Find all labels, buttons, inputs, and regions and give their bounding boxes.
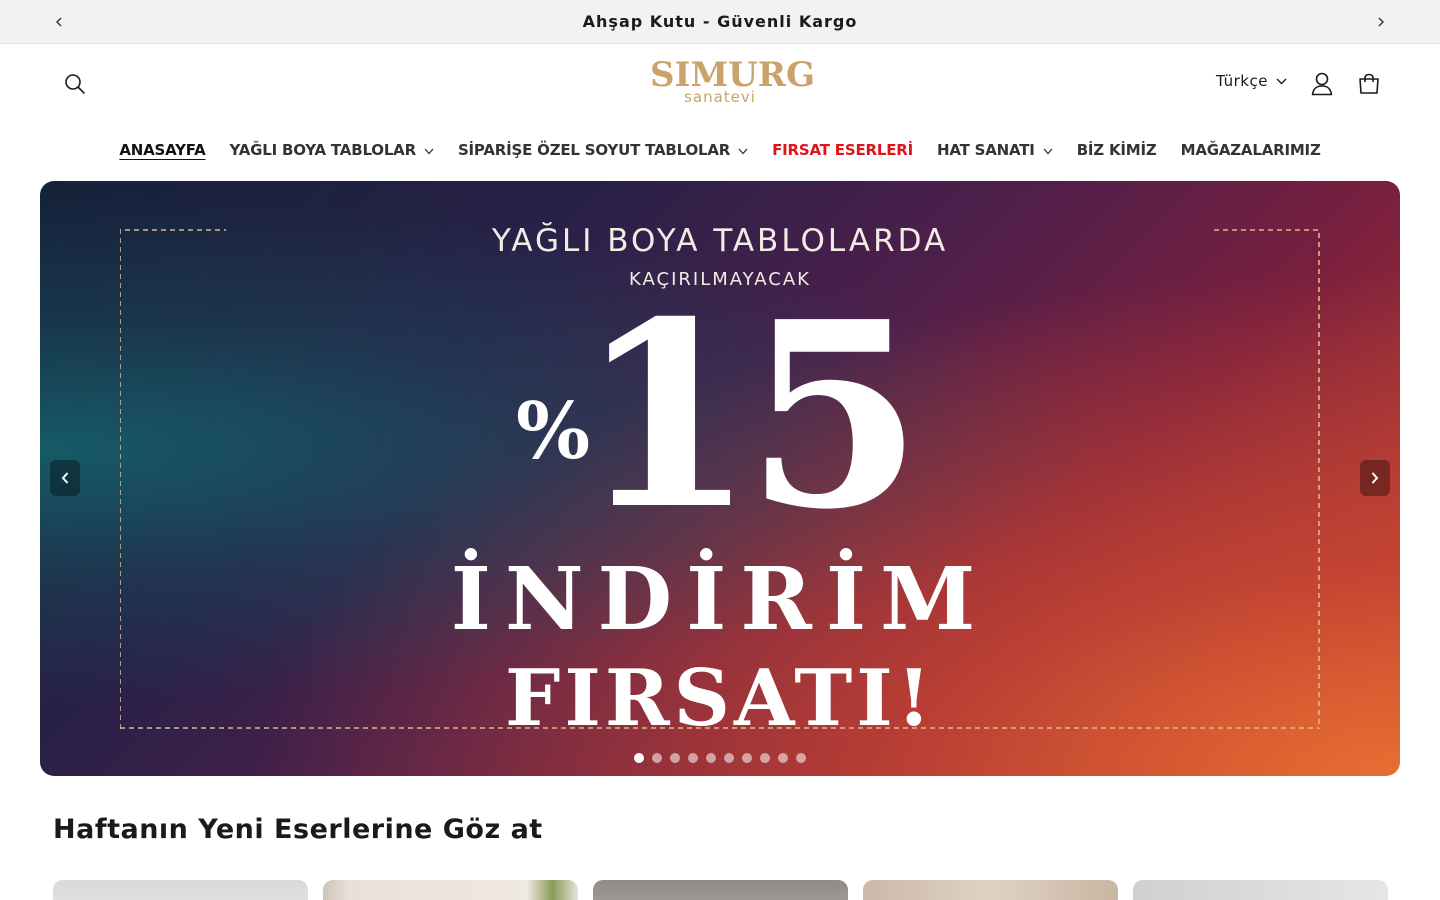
chevron-right-icon [1378,17,1384,27]
nav-item-magazalarimiz[interactable]: MAĞAZALARIMIZ [1169,141,1333,159]
hero-slideshow[interactable]: YAĞLI BOYA TABLOLARDA KAÇIRILMAYACAK % 1… [40,181,1400,776]
slide-dot[interactable] [706,753,716,763]
nav-item-label: ANASAYFA [119,141,206,159]
slide-dot[interactable] [724,753,734,763]
chevron-down-icon [1043,148,1053,154]
hero-title: YAĞLI BOYA TABLOLARDA [491,223,949,259]
nav-item-yagli-boya-tablolar[interactable]: YAĞLI BOYA TABLOLAR [218,141,446,159]
slide-dot[interactable] [634,753,644,763]
cart-button[interactable] [1347,62,1391,106]
hero-headline-2: FIRSATI! [504,653,936,744]
main-navigation: ANASAYFA YAĞLI BOYA TABLOLAR SİPARİŞE ÖZ… [0,128,1440,172]
nav-item-label: SİPARİŞE ÖZEL SOYUT TABLOLAR [457,141,731,159]
nav-item-label: MAĞAZALARIMIZ [1180,141,1321,159]
chevron-down-icon [424,148,434,154]
slide-dot[interactable] [670,753,680,763]
search-button[interactable] [53,62,97,106]
site-logo[interactable]: SIMURG sanatevi [650,55,816,114]
nav-item-anasayfa[interactable]: ANASAYFA [107,141,217,159]
product-card[interactable] [1133,880,1388,900]
product-card[interactable] [53,880,308,900]
chevron-down-icon [738,148,748,154]
search-icon [65,74,85,94]
product-cards [53,880,1393,900]
nav-item-label: FIRSAT ESERLERİ [772,141,913,159]
nav-item-label: BİZ KİMİZ [1076,141,1157,159]
product-card[interactable] [323,880,578,900]
nav-item-biz-kimiz[interactable]: BİZ KİMİZ [1065,141,1169,159]
slide-dots [40,753,1400,763]
language-label: Türkçe [1216,72,1268,90]
site-header: SIMURG sanatevi Türkçe [0,44,1440,124]
logo-wordmark: SIMURG [650,55,816,95]
product-card[interactable] [863,880,1118,900]
slide-dot[interactable] [742,753,752,763]
chevron-right-icon [1371,472,1379,484]
nav-item-hat-sanati[interactable]: HAT SANATI [925,141,1065,159]
hero-headline: İNDİRİM [450,549,990,650]
announcement-next-button[interactable] [1369,10,1393,34]
section-title: Haftanın Yeni Eserlerine Göz at [53,814,543,845]
announcement-text: Ahşap Kutu - Güvenli Kargo [582,12,858,31]
nav-item-label: YAĞLI BOYA TABLOLAR [229,141,417,159]
hero-discount-number: 15 [578,267,923,566]
language-selector[interactable]: Türkçe [1216,72,1287,90]
nav-item-label: HAT SANATI [937,141,1035,159]
user-icon [1311,72,1333,96]
shopping-bag-icon [1359,73,1379,94]
chevron-left-icon [61,472,69,484]
chevron-down-icon [1276,78,1287,84]
slide-next-button[interactable] [1360,460,1390,496]
slide-dot[interactable] [760,753,770,763]
nav-item-firsat-eserleri[interactable]: FIRSAT ESERLERİ [760,141,925,159]
announcement-bar: Ahşap Kutu - Güvenli Kargo [0,0,1440,44]
slide-dot[interactable] [796,753,806,763]
slide-dot[interactable] [652,753,662,763]
account-button[interactable] [1300,62,1344,106]
slide-dot[interactable] [778,753,788,763]
nav-item-siparise-ozel[interactable]: SİPARİŞE ÖZEL SOYUT TABLOLAR [446,141,760,159]
slide-prev-button[interactable] [50,460,80,496]
slide-dot[interactable] [688,753,698,763]
product-card[interactable] [593,880,848,900]
